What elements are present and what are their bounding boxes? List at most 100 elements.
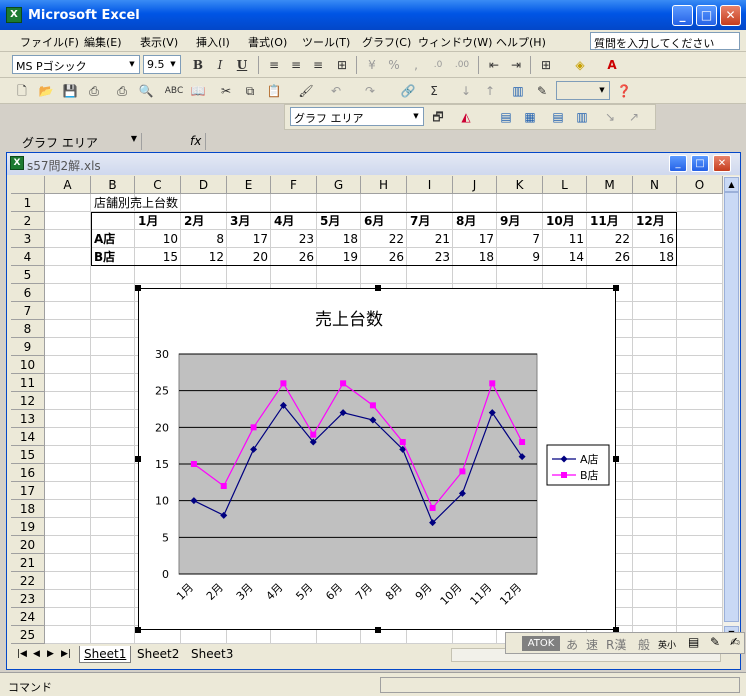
row-header-1[interactable]: 1 [11, 194, 45, 212]
ime-roman-kanji[interactable]: R漢 [606, 636, 626, 653]
row-header-13[interactable]: 13 [11, 410, 45, 428]
format-painter-icon[interactable]: 🖌 [296, 81, 316, 101]
row-header-22[interactable]: 22 [11, 572, 45, 590]
row-header-20[interactable]: 20 [11, 536, 45, 554]
align-right-icon[interactable]: ≡ [308, 55, 328, 75]
column-header-G[interactable]: G [317, 176, 361, 194]
format-chart-area-icon[interactable]: 🗗 [428, 107, 448, 127]
row-header-6[interactable]: 6 [11, 284, 45, 302]
cell-title[interactable]: 店舗別売上台数 [91, 194, 181, 212]
row-header-24[interactable]: 24 [11, 608, 45, 626]
open-icon[interactable]: 📂 [36, 81, 56, 101]
scroll-thumb[interactable] [724, 192, 739, 622]
row-header-3[interactable]: 3 [11, 230, 45, 248]
font-select[interactable]: MS Pゴシック ▼ [12, 55, 140, 74]
scroll-up-icon[interactable]: ▲ [724, 177, 739, 192]
workbook-minimize-button[interactable]: _ [669, 155, 687, 172]
tab-sheet2[interactable]: Sheet2 [133, 646, 183, 663]
column-header-F[interactable]: F [271, 176, 317, 194]
print-preview-icon[interactable]: 🔍 [136, 81, 156, 101]
row-header-18[interactable]: 18 [11, 500, 45, 518]
undo-icon[interactable]: ↶ [326, 81, 346, 101]
formula-input[interactable] [205, 133, 743, 150]
align-center-icon[interactable]: ≡ [286, 55, 306, 75]
column-header-L[interactable]: L [543, 176, 587, 194]
menu-file[interactable]: ファイル(F) [20, 34, 79, 50]
decrease-indent-icon[interactable]: ⇤ [484, 55, 504, 75]
ime-general[interactable]: 般 [638, 636, 650, 653]
help-icon[interactable]: ❓ [614, 81, 634, 101]
resize-handle[interactable] [375, 627, 381, 633]
resize-handle[interactable] [135, 456, 141, 462]
row-header-2[interactable]: 2 [11, 212, 45, 230]
next-sheet-icon[interactable]: ▶ [43, 646, 58, 663]
column-header-K[interactable]: K [497, 176, 543, 194]
menu-chart[interactable]: グラフ(C) [362, 34, 411, 50]
tab-sheet1[interactable]: Sheet1 [79, 646, 132, 663]
fx-icon[interactable]: fx [190, 134, 201, 148]
row-header-4[interactable]: 4 [11, 248, 45, 266]
row-header-21[interactable]: 21 [11, 554, 45, 572]
chart-type-icon[interactable]: ◭ [456, 107, 476, 127]
italic-button[interactable]: I [210, 55, 230, 75]
ime-speed[interactable]: 速 [586, 636, 598, 653]
row-header-23[interactable]: 23 [11, 590, 45, 608]
column-header-M[interactable]: M [587, 176, 633, 194]
permission-icon[interactable]: ⎙ [84, 81, 104, 101]
ime-dictionary-icon[interactable]: ✎ [710, 635, 720, 649]
menu-format[interactable]: 書式(O) [248, 34, 287, 50]
ime-atok[interactable]: ATOK [522, 636, 560, 651]
resize-handle[interactable] [375, 285, 381, 291]
currency-icon[interactable]: ¥ [362, 55, 382, 75]
autosum-icon[interactable]: Σ [424, 81, 444, 101]
zoom-select[interactable]: ▼ [556, 81, 610, 100]
row-header-17[interactable]: 17 [11, 482, 45, 500]
chart-wizard-icon[interactable]: ▥ [508, 81, 528, 101]
row-header-11[interactable]: 11 [11, 374, 45, 392]
row-header-25[interactable]: 25 [11, 626, 45, 644]
ime-hiragana[interactable]: あ [566, 636, 578, 653]
angle-text-up-icon[interactable]: ↗ [624, 107, 644, 127]
minimize-button[interactable]: _ [672, 5, 693, 26]
sort-ascending-icon[interactable]: ↓ [456, 81, 476, 101]
comma-icon[interactable]: , [406, 55, 426, 75]
fill-color-icon[interactable]: ◈ [570, 55, 590, 75]
sort-descending-icon[interactable]: ↑ [480, 81, 500, 101]
percent-icon[interactable]: % [384, 55, 404, 75]
new-icon[interactable]: 🗋 [12, 81, 32, 101]
column-header-E[interactable]: E [227, 176, 271, 194]
chart-area[interactable]: 0 5 10 15 20 25 30 1月 2月 3月 4月 5月 6月 7月 8月 9月 10月 11月 12月 売… [135, 285, 619, 633]
row-header-19[interactable]: 19 [11, 518, 45, 536]
menu-view[interactable]: 表示(V) [140, 34, 178, 50]
workbook-restore-button[interactable]: □ [691, 155, 709, 172]
paste-icon[interactable]: 📋 [264, 81, 284, 101]
drawing-icon[interactable]: ✎ [532, 81, 552, 101]
column-header-A[interactable]: A [45, 176, 91, 194]
increase-decimal-icon[interactable]: .0 [428, 55, 448, 75]
row-header-12[interactable]: 12 [11, 392, 45, 410]
name-box[interactable]: グラフ エリア ▼ [2, 133, 142, 150]
column-header-D[interactable]: D [181, 176, 227, 194]
cut-icon[interactable]: ✂ [216, 81, 236, 101]
menu-edit[interactable]: 編集(E) [84, 34, 122, 50]
menu-help[interactable]: ヘルプ(H) [496, 34, 546, 50]
tab-sheet3[interactable]: Sheet3 [187, 646, 237, 663]
spelling-icon[interactable]: ABC [164, 81, 184, 101]
row-header-8[interactable]: 8 [11, 320, 45, 338]
help-search-input[interactable]: 質問を入力してください [590, 32, 740, 50]
redo-icon[interactable]: ↷ [360, 81, 380, 101]
save-icon[interactable]: 💾 [60, 81, 80, 101]
increase-indent-icon[interactable]: ⇥ [506, 55, 526, 75]
resize-handle[interactable] [613, 285, 619, 291]
column-header-I[interactable]: I [407, 176, 453, 194]
menu-window[interactable]: ウィンドウ(W) [418, 34, 492, 50]
decrease-decimal-icon[interactable]: .00 [452, 55, 472, 75]
maximize-button[interactable]: □ [696, 5, 717, 26]
column-header-J[interactable]: J [453, 176, 497, 194]
print-icon[interactable]: ⎙ [112, 81, 132, 101]
angle-text-down-icon[interactable]: ↘ [600, 107, 620, 127]
row-header-10[interactable]: 10 [11, 356, 45, 374]
by-column-icon[interactable]: ▥ [572, 107, 592, 127]
column-header-N[interactable]: N [633, 176, 677, 194]
prev-sheet-icon[interactable]: ◀ [29, 646, 44, 663]
